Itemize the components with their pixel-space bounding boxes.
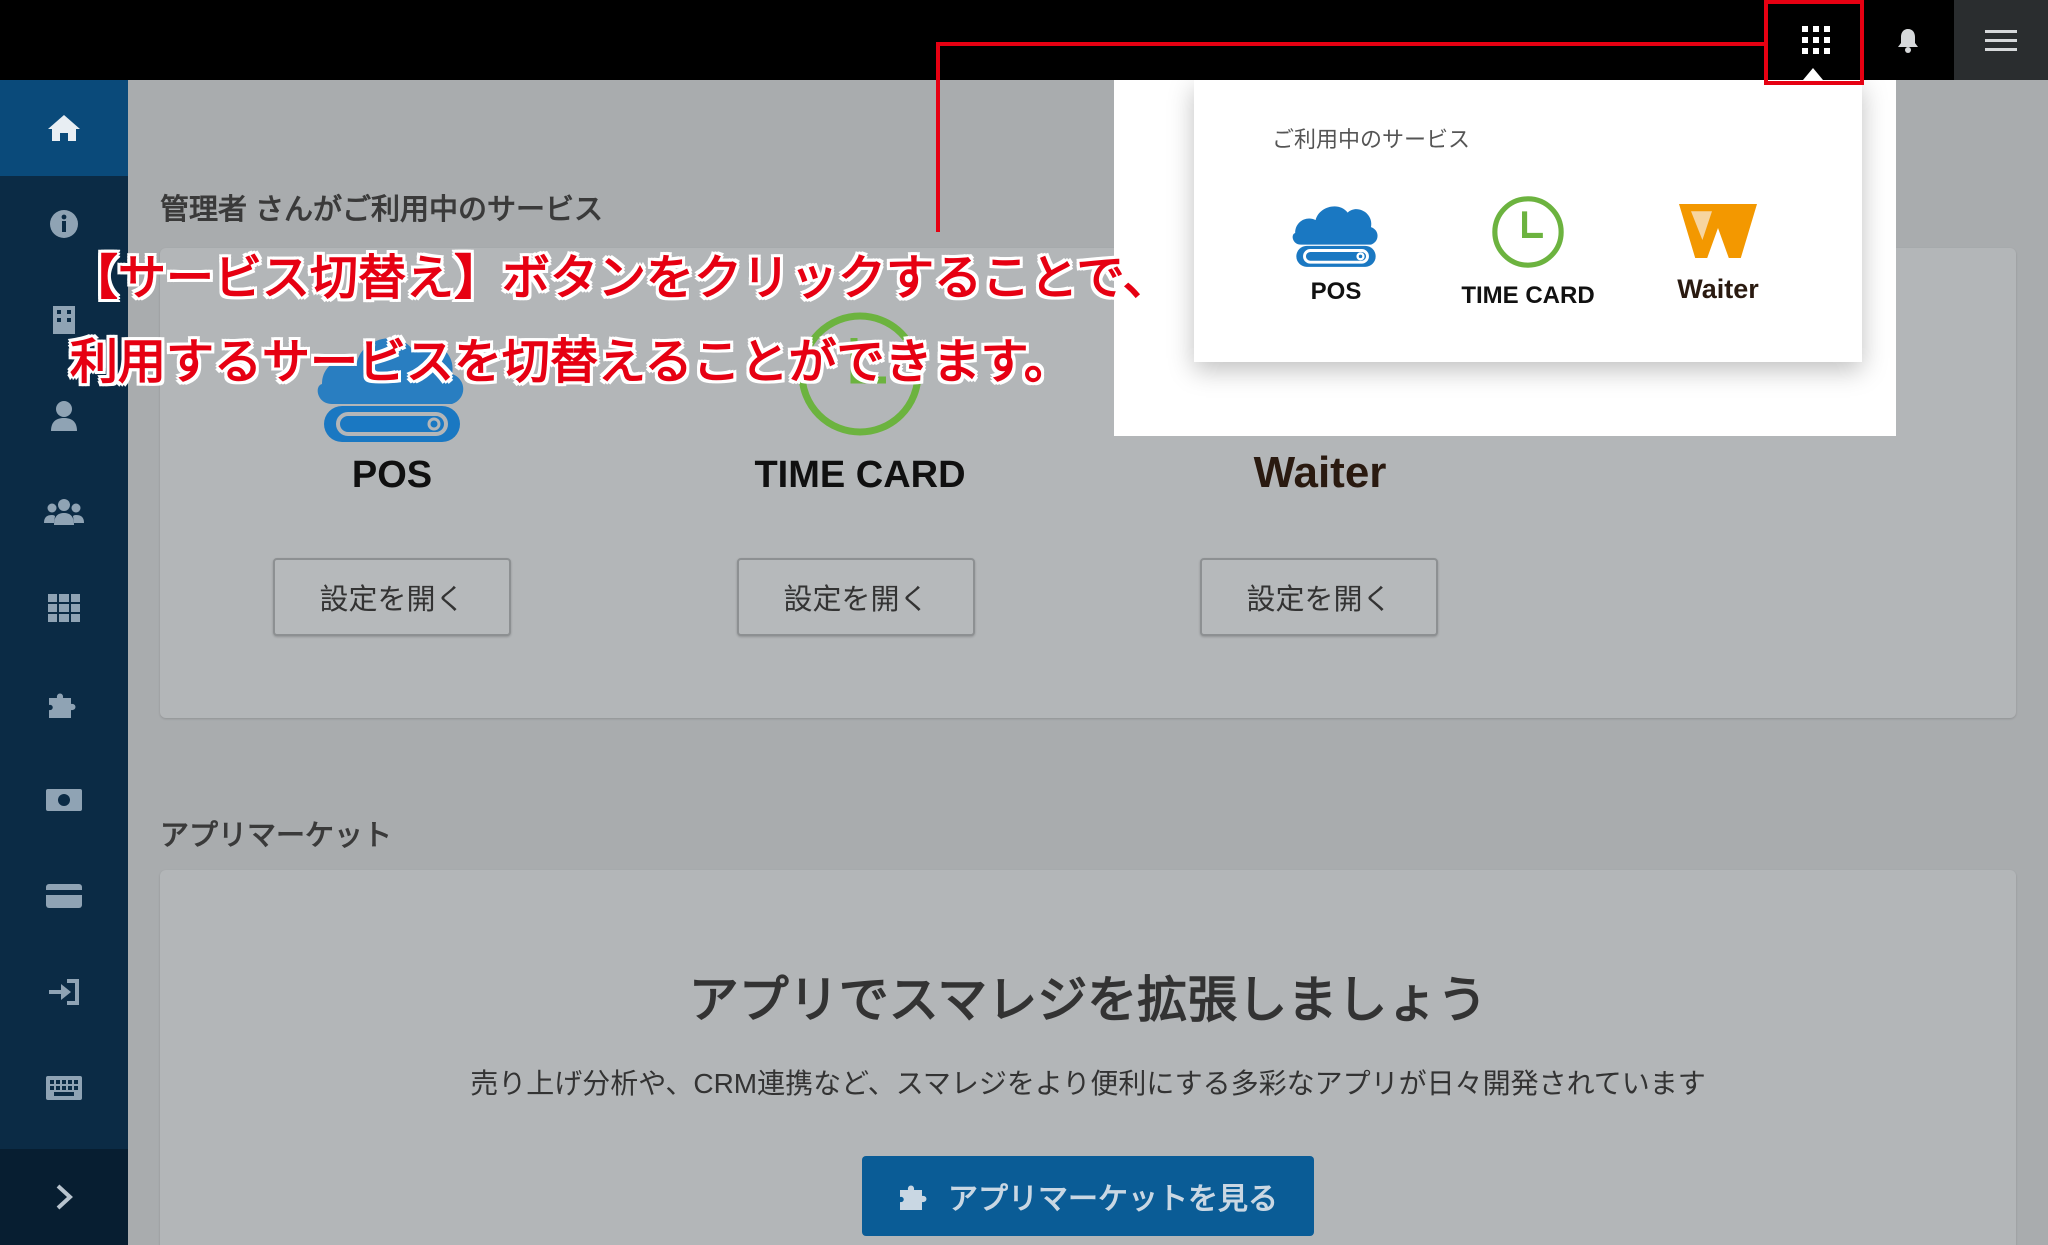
puzzle-icon: [49, 693, 76, 718]
top-bar: [0, 0, 2048, 80]
keyboard-icon: [46, 1076, 82, 1100]
annotation-text-line2: 利用するサービスを切替えることができます。: [70, 336, 1072, 389]
sidebar-item-keyboard[interactable]: [0, 1040, 128, 1136]
bell-icon: [1898, 29, 1918, 53]
view-app-market-button[interactable]: アプリマーケットを見る: [862, 1156, 1314, 1236]
app-market-section-title: アプリマーケット: [160, 820, 393, 852]
sidebar-item-login[interactable]: [0, 944, 128, 1040]
dropdown-service-label: TIME CARD: [1461, 282, 1595, 309]
sidebar-item-apps[interactable]: [0, 560, 128, 656]
hamburger-menu-icon: [1985, 24, 2017, 57]
dropdown-service-timecard[interactable]: TIME CARD: [1448, 192, 1608, 310]
dropdown-service-waiter[interactable]: Waiter: [1638, 198, 1798, 305]
grid-icon: [48, 594, 80, 622]
dropdown-title: ご利用中のサービス: [1272, 127, 1471, 152]
notifications-button[interactable]: [1862, 0, 1954, 80]
service-switch-dropdown: ご利用中のサービス POS TIME CARD Waiter: [1194, 80, 1862, 362]
waiter-logo-icon: [1679, 204, 1757, 258]
dropdown-service-label: POS: [1310, 278, 1362, 305]
annotation-highlight-box: [1764, 0, 1864, 85]
users-icon: [44, 499, 84, 525]
dropdown-service-label: Waiter: [1677, 274, 1759, 304]
pos-logo-icon: [1292, 206, 1378, 267]
sidebar-item-plugins[interactable]: [0, 656, 128, 752]
sidebar-expand-button[interactable]: [0, 1149, 128, 1245]
annotation-text-line1: 【サービス切替え】ボタンをクリックすることで、: [70, 252, 1171, 305]
app-market-description: 売り上げ分析や、CRM連携など、スマレジをより便利にする多彩なアプリが日々開発さ…: [470, 1068, 1706, 1099]
annotation-connector-line: [936, 42, 940, 232]
open-settings-timecard-button[interactable]: 設定を開く: [737, 558, 975, 636]
timecard-logo-icon: [1492, 196, 1564, 268]
chevron-right-icon: [56, 1184, 73, 1210]
open-settings-waiter-button[interactable]: 設定を開く: [1200, 558, 1438, 636]
sidebar-item-staff[interactable]: [0, 464, 128, 560]
service-name-waiter: Waiter: [1253, 448, 1387, 497]
view-app-market-label: アプリマーケットを見る: [948, 1183, 1278, 1216]
sidebar-item-payments[interactable]: [0, 752, 128, 848]
credit-card-icon: [46, 884, 82, 908]
service-name-pos: POS: [351, 454, 433, 496]
money-icon: [46, 789, 82, 811]
services-section-title: 管理者 さんがご利用中のサービス: [160, 194, 604, 226]
sidebar-item-billing[interactable]: [0, 848, 128, 944]
open-settings-pos-button[interactable]: 設定を開く: [273, 558, 511, 636]
annotation-connector-line: [936, 42, 1766, 46]
sign-in-icon: [49, 979, 79, 1005]
main-menu-button[interactable]: [1954, 0, 2048, 80]
home-icon: [48, 115, 80, 141]
service-name-timecard: TIME CARD: [754, 454, 966, 496]
app-market-headline: アプリでスマレジを拡張しましょう: [688, 972, 1488, 1028]
puzzle-icon: [900, 1185, 927, 1210]
dropdown-service-pos[interactable]: POS: [1256, 198, 1416, 306]
user-icon: [51, 401, 77, 431]
info-icon: [50, 210, 78, 238]
sidebar-item-home[interactable]: [0, 80, 128, 176]
